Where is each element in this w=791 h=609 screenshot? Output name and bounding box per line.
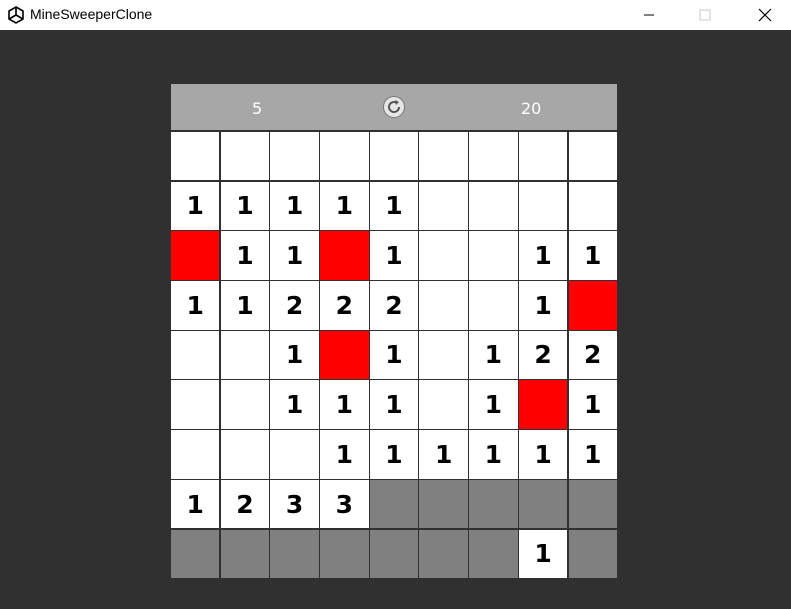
timer-counter: 20 [521,99,542,118]
grid-cell[interactable] [469,281,518,330]
grid-cell[interactable]: 1 [270,181,319,231]
grid-cell[interactable]: 1 [369,231,419,280]
grid-cell[interactable] [369,132,419,181]
grid-cell[interactable]: 1 [320,380,369,429]
grid-cell[interactable] [171,330,220,380]
grid-cell[interactable] [419,380,468,429]
grid-cell[interactable]: 1 [270,380,319,429]
grid-cell[interactable] [419,181,468,231]
grid-cell[interactable]: 1 [220,231,270,280]
grid-cell[interactable] [171,132,220,181]
grid-cell[interactable] [419,231,468,280]
grid-cell[interactable] [518,479,568,529]
grid-cell[interactable] [469,479,518,529]
grid-cell[interactable] [171,380,220,429]
unity-logo-icon [6,5,26,25]
grid-cell[interactable] [270,529,319,578]
close-icon [758,8,772,22]
minimize-button[interactable] [626,0,672,30]
grid-cell[interactable]: 1 [419,430,468,479]
grid-cell[interactable]: 1 [220,281,270,330]
grid-cell[interactable] [469,132,518,181]
grid-cell[interactable]: 1 [220,181,270,231]
grid-cell[interactable] [469,181,518,231]
grid-cell[interactable] [220,529,270,578]
grid-cell[interactable]: 1 [171,181,220,231]
mine-cell[interactable] [320,231,369,280]
grid-cell[interactable] [419,529,468,578]
grid-cell[interactable]: 1 [270,330,319,380]
maximize-button[interactable] [682,0,728,30]
grid-cell[interactable]: 1 [369,380,419,429]
grid-cell[interactable]: 1 [518,430,568,479]
grid-cell[interactable]: 2 [320,281,369,330]
grid-cell[interactable] [220,330,270,380]
grid-cell[interactable]: 1 [369,430,419,479]
grid-cell[interactable]: 1 [171,479,220,529]
mine-cell[interactable] [518,380,568,429]
grid-cell[interactable]: 1 [568,380,617,429]
grid-cell[interactable] [419,132,468,181]
grid-cell[interactable] [220,132,270,181]
grid-cell[interactable]: 2 [518,330,568,380]
grid-cell[interactable]: 2 [369,281,419,330]
grid-cell[interactable]: 1 [518,231,568,280]
grid-cell[interactable] [419,479,468,529]
hud-bar: 5 20 [171,84,617,130]
grid-cell[interactable]: 1 [518,281,568,330]
grid-cell[interactable] [419,281,468,330]
grid-cell[interactable] [270,132,319,181]
grid-cell[interactable] [320,529,369,578]
grid-cell[interactable] [469,231,518,280]
grid-cell[interactable] [369,479,419,529]
grid-cell[interactable]: 1 [320,430,369,479]
grid-cell[interactable]: 1 [469,330,518,380]
reset-button[interactable] [382,95,406,119]
grid-cell[interactable] [220,380,270,429]
grid-cell[interactable] [369,529,419,578]
window-title: MineSweeperClone [30,6,153,22]
game-board: 5 20 11111111111122211112211111111111123… [171,84,617,578]
grid-cell[interactable]: 1 [270,231,319,280]
refresh-icon [383,96,405,118]
grid-cell[interactable]: 2 [270,281,319,330]
grid-cell[interactable]: 2 [568,330,617,380]
grid-cell[interactable]: 3 [320,479,369,529]
grid-cell[interactable] [469,529,518,578]
grid-cell[interactable] [419,330,468,380]
grid-cell[interactable] [320,132,369,181]
grid-cell[interactable]: 1 [518,529,568,578]
grid-cell[interactable] [171,529,220,578]
title-bar: MineSweeperClone [0,0,791,30]
grid-cell[interactable] [568,479,617,529]
minimize-icon [644,14,654,16]
grid-cell[interactable] [518,181,568,231]
grid-cell[interactable] [171,430,220,479]
grid-cell[interactable]: 1 [469,430,518,479]
grid-cell[interactable] [568,132,617,181]
grid-cell[interactable] [568,181,617,231]
maximize-icon [699,9,711,21]
mine-cell[interactable] [568,281,617,330]
mine-cell[interactable] [320,330,369,380]
grid-cell[interactable]: 1 [369,181,419,231]
mine-grid: 1111111111112221111221111111111112331 [171,132,617,578]
grid-cell[interactable]: 1 [171,281,220,330]
grid-cell[interactable]: 1 [369,330,419,380]
mines-left-counter: 5 [252,99,263,118]
grid-cell[interactable]: 1 [320,181,369,231]
grid-cell[interactable] [220,430,270,479]
grid-cell[interactable]: 1 [568,231,617,280]
grid-cell[interactable] [518,132,568,181]
mine-cell[interactable] [171,231,220,280]
grid-cell[interactable]: 1 [469,380,518,429]
close-button[interactable] [742,0,788,30]
grid-cell[interactable] [568,529,617,578]
grid-cell[interactable]: 2 [220,479,270,529]
grid-cell[interactable]: 1 [568,430,617,479]
grid-cell[interactable]: 3 [270,479,319,529]
grid-cell[interactable] [270,430,319,479]
